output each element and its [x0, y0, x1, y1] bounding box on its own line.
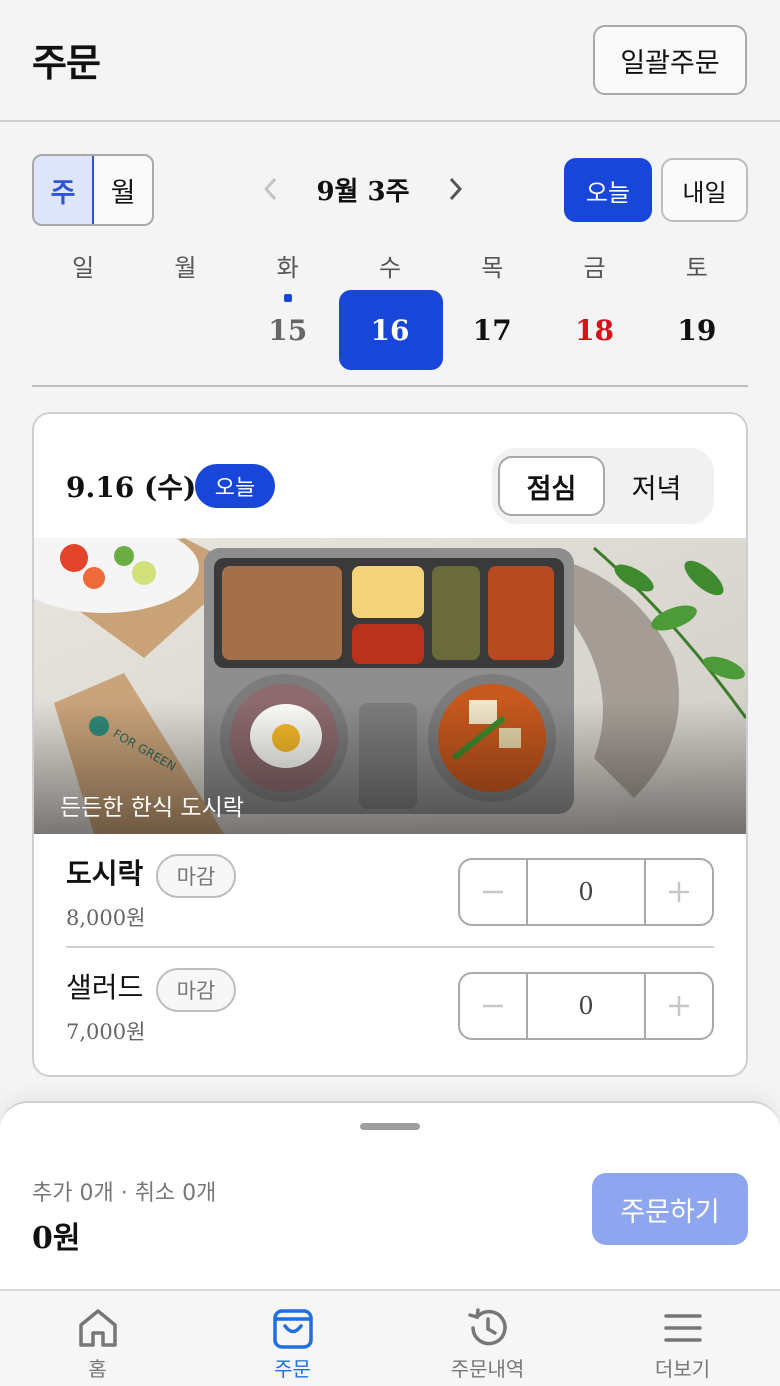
date-row: 15 16 17 18 19 [32, 290, 748, 370]
quantity-stepper: 0 [458, 858, 714, 926]
date-number: 18 [575, 313, 615, 347]
decrement-button[interactable] [460, 974, 526, 1038]
menu-icon [663, 1314, 702, 1342]
weekday-label: 월 [174, 254, 197, 282]
view-month-button[interactable]: 월 [94, 156, 152, 224]
weekday-label: 목 [481, 254, 504, 282]
date-number: 15 [268, 313, 308, 347]
bottom-tab-bar: 홈 주문 주문내역 더보기 [0, 1289, 780, 1386]
weekday-label: 수 [378, 254, 402, 282]
tab-label: 홈 [88, 1357, 107, 1381]
week-navigator: 9월 3주 [258, 160, 468, 218]
meal-tab-dinner[interactable]: 저녁 [605, 456, 708, 516]
meal-tab-lunch[interactable]: 점심 [498, 456, 605, 516]
date-cell-empty [32, 290, 134, 370]
quantity-value[interactable]: 0 [526, 860, 646, 924]
tab-label: 주문내역 [450, 1357, 525, 1381]
date-cell-15[interactable]: 15 [237, 290, 339, 370]
date-number: 19 [677, 313, 717, 347]
bulk-order-button[interactable]: 일괄주문 [593, 25, 747, 95]
sheet-drag-handle[interactable] [360, 1123, 420, 1130]
weekday-label: 토 [685, 254, 708, 282]
menu-item-price: 8,000원 [66, 906, 146, 930]
plus-icon [669, 882, 689, 902]
tab-home[interactable]: 홈 [0, 1291, 195, 1386]
header: 주문 일괄주문 [0, 0, 780, 122]
order-total: 0원 [32, 1221, 81, 1256]
date-cell-19[interactable]: 19 [646, 290, 748, 370]
menu-card: 9.16 (수) 오늘 점심 저녁 FOR GREEN [32, 412, 748, 1077]
weekday-header: 일 월 화 수 목 금 토 [32, 248, 748, 283]
date-cell-17[interactable]: 17 [441, 290, 543, 370]
tab-label: 더보기 [654, 1357, 711, 1381]
lunchbox-image: FOR GREEN [34, 538, 746, 834]
divider [66, 946, 714, 948]
today-badge: 오늘 [195, 464, 275, 508]
divider [32, 385, 748, 387]
history-icon [467, 1308, 507, 1346]
date-number: 16 [370, 313, 410, 347]
tab-order-history[interactable]: 주문내역 [390, 1291, 585, 1386]
date-number: 17 [472, 313, 512, 347]
today-button[interactable]: 오늘 [564, 158, 652, 222]
image-caption: 든든한 한식 도시락 [60, 795, 244, 821]
plus-icon [669, 996, 689, 1016]
page-title: 주문 [32, 41, 101, 85]
next-week-button[interactable] [444, 177, 468, 201]
quantity-value[interactable]: 0 [526, 974, 646, 1038]
view-toggle: 주 월 [32, 154, 154, 226]
place-order-button[interactable]: 주문하기 [592, 1173, 748, 1245]
tab-more[interactable]: 더보기 [585, 1291, 780, 1386]
menu-item-salad: 샐러드 마감 7,000원 0 [66, 952, 714, 1062]
order-summary-sheet: 추가 0개 · 취소 0개 0원 주문하기 [0, 1101, 780, 1291]
decrement-button[interactable] [460, 860, 526, 924]
minus-icon [483, 890, 503, 894]
chevron-left-icon [263, 177, 277, 201]
minus-icon [483, 1004, 503, 1008]
view-week-button[interactable]: 주 [34, 156, 94, 224]
prev-week-button[interactable] [258, 177, 282, 201]
closed-badge: 마감 [156, 968, 236, 1012]
weekday-label: 금 [583, 254, 606, 282]
menu-item-name: 샐러드 [66, 971, 144, 1004]
quantity-stepper: 0 [458, 972, 714, 1040]
date-cell-16[interactable]: 16 [338, 290, 443, 370]
tab-order[interactable]: 주문 [195, 1291, 390, 1386]
week-label: 9월 3주 [316, 176, 410, 207]
tomorrow-button[interactable]: 내일 [661, 158, 748, 222]
order-change-summary: 추가 0개 · 취소 0개 [32, 1181, 217, 1206]
date-cell-empty [134, 290, 236, 370]
menu-item-lunchbox: 도시락 마감 8,000원 0 [66, 838, 714, 948]
increment-button[interactable] [646, 860, 712, 924]
weekday-label: 화 [276, 254, 299, 282]
chevron-right-icon [449, 177, 463, 201]
home-icon [78, 1309, 117, 1347]
order-dot-indicator [283, 294, 292, 302]
increment-button[interactable] [646, 974, 712, 1038]
weekday-label: 일 [72, 254, 95, 282]
card-date: 9.16 (수) [66, 471, 197, 504]
meal-toggle: 점심 저녁 [492, 448, 714, 524]
tab-label: 주문 [274, 1357, 311, 1381]
menu-item-name: 도시락 [66, 857, 144, 890]
closed-badge: 마감 [156, 854, 236, 898]
date-cell-18[interactable]: 18 [543, 290, 645, 370]
menu-item-price: 7,000원 [66, 1020, 146, 1044]
shopping-bag-icon [272, 1309, 313, 1349]
